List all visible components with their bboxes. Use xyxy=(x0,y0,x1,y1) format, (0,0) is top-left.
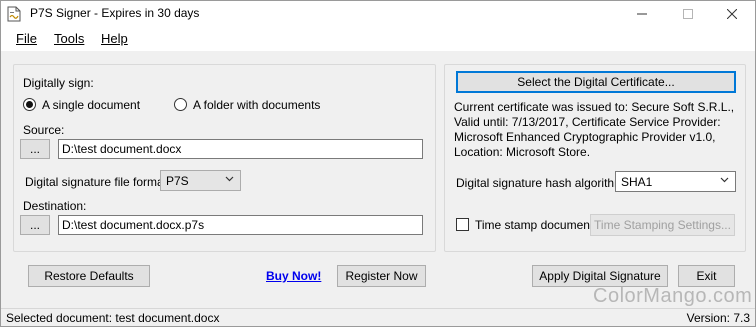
digitally-sign-label: Digitally sign: xyxy=(23,76,94,90)
single-document-label[interactable]: A single document xyxy=(42,98,140,112)
close-button[interactable] xyxy=(709,1,755,27)
select-certificate-button[interactable]: Select the Digital Certificate... xyxy=(456,71,736,93)
document-signer-icon xyxy=(7,6,21,22)
folder-documents-radio[interactable] xyxy=(174,98,187,111)
destination-path-input[interactable]: D:\test document.docx.p7s xyxy=(58,215,423,235)
status-bar: Selected document: test document.docx Ve… xyxy=(1,308,755,326)
source-path-input[interactable]: D:\test document.docx xyxy=(58,139,423,159)
timestamp-checkbox[interactable] xyxy=(456,218,469,231)
chevron-down-icon xyxy=(225,176,234,181)
format-label: Digital signature file format: xyxy=(25,175,171,189)
watermark-text: ColorMango.com xyxy=(593,285,753,307)
destination-label: Destination: xyxy=(23,199,87,213)
title-bar: P7S Signer - Expires in 30 days xyxy=(1,1,755,27)
format-select[interactable]: P7S xyxy=(160,170,241,191)
maximize-button[interactable] xyxy=(665,1,711,27)
browse-source-button[interactable]: ... xyxy=(20,139,50,159)
menu-file[interactable]: File xyxy=(16,31,37,46)
chevron-down-icon xyxy=(720,177,729,182)
close-icon xyxy=(727,9,737,19)
apply-signature-button[interactable]: Apply Digital Signature xyxy=(532,265,668,287)
maximize-icon xyxy=(683,9,693,19)
menu-bar: File Tools Help xyxy=(1,27,755,51)
selected-document-status: Selected document: test document.docx xyxy=(6,311,220,325)
version-status: Version: 7.3 xyxy=(686,311,750,325)
window-title: P7S Signer - Expires in 30 days xyxy=(30,6,200,20)
source-label: Source: xyxy=(23,123,65,137)
single-document-radio[interactable] xyxy=(23,98,36,111)
format-value: P7S xyxy=(166,173,189,188)
hash-algorithm-value: SHA1 xyxy=(621,174,653,189)
minimize-icon xyxy=(637,13,647,15)
restore-defaults-button[interactable]: Restore Defaults xyxy=(28,265,150,287)
hash-algorithm-select[interactable]: SHA1 xyxy=(615,171,736,192)
certificate-info-text: Current certificate was issued to: Secur… xyxy=(454,100,735,159)
hash-algorithm-label: Digital signature hash algorithm: xyxy=(456,176,628,190)
menu-tools[interactable]: Tools xyxy=(54,31,84,46)
register-now-button[interactable]: Register Now xyxy=(337,265,426,287)
folder-documents-label[interactable]: A folder with documents xyxy=(193,98,320,112)
buy-now-link[interactable]: Buy Now! xyxy=(266,269,321,283)
app-window: P7S Signer - Expires in 30 days File Too… xyxy=(0,0,756,327)
timestamp-settings-button[interactable]: Time Stamping Settings... xyxy=(590,214,735,236)
minimize-button[interactable] xyxy=(619,1,665,27)
browse-destination-button[interactable]: ... xyxy=(20,215,50,235)
timestamp-label[interactable]: Time stamp document xyxy=(475,218,593,232)
menu-help[interactable]: Help xyxy=(101,31,128,46)
exit-button[interactable]: Exit xyxy=(678,265,735,287)
